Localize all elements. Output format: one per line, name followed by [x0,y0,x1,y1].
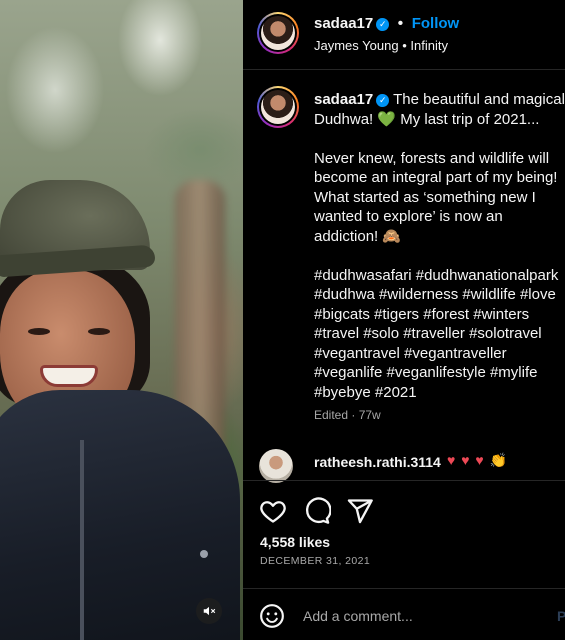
comment-text: ♥ ♥ ♥ 👏 [447,452,509,468]
likes-count[interactable]: 4,558 likes [260,534,330,550]
audio-info[interactable]: Jaymes Young • Infinity [314,38,448,53]
action-bar: 4,558 likes DECEMBER 31, 2021 [243,480,565,580]
audio-track: Infinity [410,38,448,53]
caption-meta: Edited · 77w [314,408,381,422]
post-media[interactable] [0,0,243,640]
comment-username[interactable]: ratheesh.rathi.3114 [314,454,441,470]
mute-button[interactable] [196,598,222,624]
header-username[interactable]: sadaa17 [314,15,373,32]
paper-plane-icon[interactable] [346,497,374,525]
post-details-panel: sadaa17 ✓ • Follow Jaymes Young • Infinit… [243,0,565,640]
caption-username[interactable]: sadaa17 [314,91,373,108]
person-photo [0,180,243,640]
avatar[interactable] [257,12,299,54]
comment-avatar[interactable] [259,449,293,483]
comment-bubble-icon[interactable] [303,497,331,525]
post-button[interactable]: P [557,608,565,624]
post-header: sadaa17 ✓ • Follow Jaymes Young • Infinit… [243,0,565,70]
add-comment-bar: P [243,588,565,640]
speaker-muted-icon [203,606,216,616]
audio-artist: Jaymes Young [314,38,399,53]
smiley-icon[interactable] [259,603,285,629]
follow-button[interactable]: Follow [412,15,460,32]
comment-item: ratheesh.rathi.3114 ♥ ♥ ♥ 👏 [259,449,565,483]
verified-badge-icon: ✓ [376,94,390,107]
post-date: DECEMBER 31, 2021 [260,555,371,567]
comment-input[interactable] [303,602,543,630]
caption-line-2: Never knew, forests and wildlife will be… [314,149,558,245]
heart-icon[interactable] [259,497,287,525]
header-separator: • [397,15,404,32]
audio-separator: • [402,38,407,53]
verified-badge-icon: ✓ [376,18,390,31]
caption-hashtags[interactable]: #dudhwasafari #dudhwanationalpark #dudhw… [314,266,565,403]
caption-avatar[interactable] [257,86,299,128]
post-caption: sadaa17 ✓ The beautiful and magical Dudhw… [314,90,565,402]
